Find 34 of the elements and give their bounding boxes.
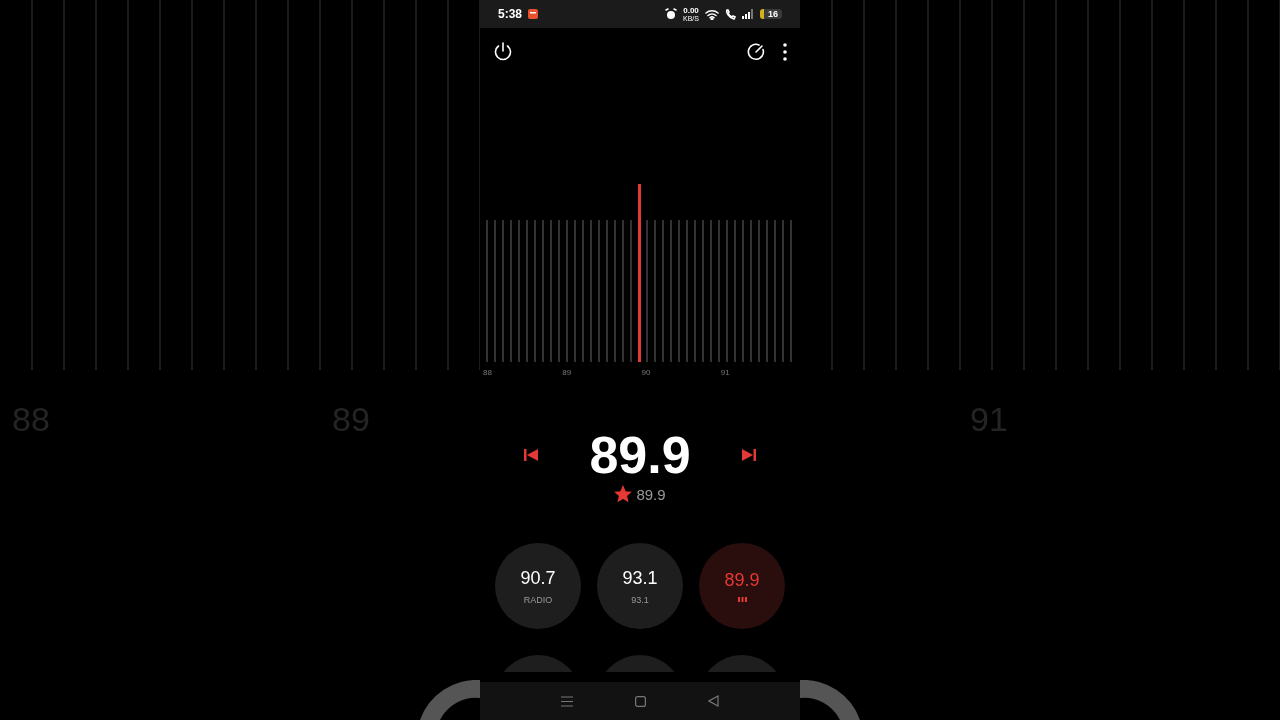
favorite-star-button[interactable]	[614, 485, 633, 503]
power-button[interactable]	[492, 41, 514, 63]
back-button[interactable]	[708, 695, 719, 707]
scan-button[interactable]	[746, 42, 766, 62]
playing-icon	[737, 597, 747, 602]
preset-button[interactable]: 93.1 93.1	[597, 543, 683, 629]
alarm-icon	[665, 8, 678, 20]
preset-button[interactable]: 90.7 RADIO	[495, 543, 581, 629]
dial-label: 91	[720, 368, 731, 377]
preset-frequency: 93.1	[622, 567, 658, 589]
app-notification-icon	[528, 9, 539, 19]
status-time: 5:38	[498, 7, 523, 21]
preset-frequency: 89.9	[724, 570, 760, 591]
wifi-icon	[705, 8, 719, 20]
dial-label: 90	[641, 368, 652, 377]
more-options-button[interactable]	[782, 42, 788, 62]
ring-drawing	[800, 680, 860, 720]
next-button[interactable]	[740, 447, 757, 463]
ring-drawing	[420, 680, 480, 720]
menu-icon[interactable]	[561, 695, 573, 707]
preset-button[interactable]: 89.9	[699, 543, 785, 629]
preset-frequency: 90.7	[520, 567, 556, 589]
network-speed: 0.00	[683, 6, 699, 15]
dial-label: 88	[483, 368, 493, 377]
preset-name: RADIO	[523, 594, 553, 605]
battery-level: 16	[760, 9, 782, 19]
signal-icon	[742, 9, 754, 19]
current-frequency: 89.9	[589, 429, 691, 481]
phone-call-icon	[725, 8, 736, 20]
home-button[interactable]	[635, 695, 646, 707]
dial-label: 89	[562, 368, 573, 377]
station-name: 89.9	[636, 485, 666, 503]
previous-button[interactable]	[523, 447, 540, 463]
preset-name: 93.1	[631, 594, 649, 605]
